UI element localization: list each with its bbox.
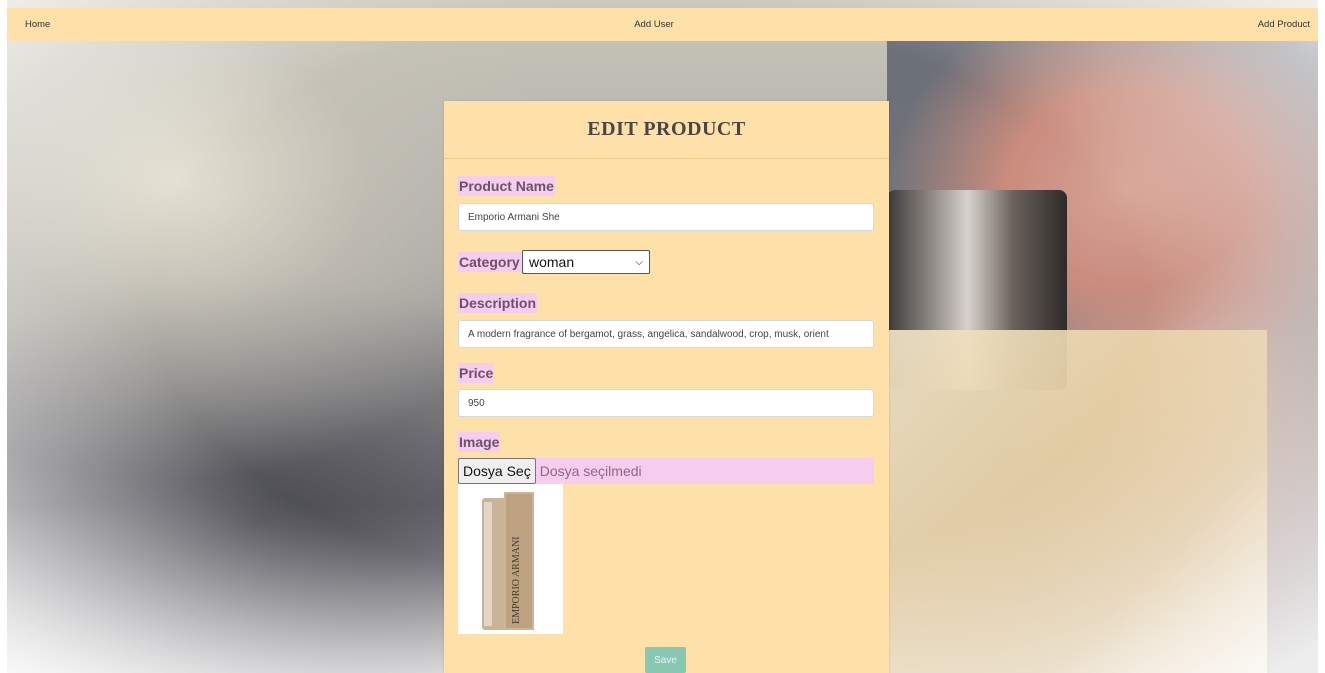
product-name-input[interactable]: Emporio Armani She bbox=[458, 203, 874, 231]
product-image-label: EMPORIO ARMANI bbox=[511, 536, 522, 624]
nav-home-link[interactable]: Home bbox=[25, 19, 50, 30]
image-file-input: Dosya Seç Dosya seçilmedi bbox=[458, 458, 874, 484]
nav-add-product-link[interactable]: Add Product bbox=[1258, 19, 1310, 30]
edit-product-form: EDIT PRODUCT Product Name Emporio Armani… bbox=[444, 101, 889, 673]
category-select-value: woman bbox=[529, 254, 575, 270]
form-header: EDIT PRODUCT bbox=[444, 101, 889, 159]
top-navbar: Home Add User Add Product bbox=[7, 8, 1318, 41]
image-label: Image bbox=[458, 432, 501, 452]
price-input[interactable]: 950 bbox=[458, 389, 874, 417]
file-status-text: Dosya seçilmedi bbox=[539, 463, 642, 479]
product-name-label: Product Name bbox=[458, 176, 555, 196]
price-label: Price bbox=[458, 363, 495, 383]
form-title: EDIT PRODUCT bbox=[587, 118, 746, 140]
description-input[interactable]: A modern fragrance of bergamot, grass, a… bbox=[458, 320, 874, 348]
category-label: Category bbox=[458, 252, 521, 272]
choose-file-button[interactable]: Dosya Seç bbox=[458, 458, 536, 484]
save-button[interactable]: Save bbox=[645, 647, 686, 673]
category-select[interactable]: woman ⌵ bbox=[522, 250, 650, 274]
perfume-product-image: EMPORIO ARMANI bbox=[458, 484, 563, 634]
chevron-down-icon: ⌵ bbox=[635, 256, 643, 268]
description-label: Description bbox=[458, 293, 538, 313]
nav-add-user-link[interactable]: Add User bbox=[634, 19, 674, 30]
product-image-preview: EMPORIO ARMANI bbox=[458, 484, 563, 634]
